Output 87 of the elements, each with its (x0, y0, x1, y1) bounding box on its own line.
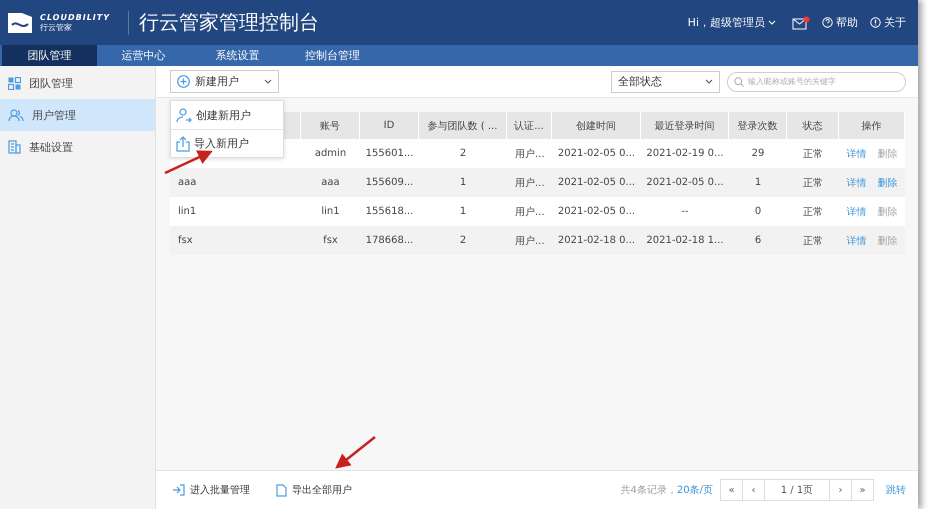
mail-icon[interactable] (792, 16, 810, 30)
nav-tab[interactable]: 控制台管理 (285, 45, 380, 66)
column-header: 最近登录时间 (641, 112, 729, 139)
users-icon (8, 108, 24, 122)
new-user-button[interactable]: 新建用户 (170, 70, 279, 93)
export-users-link[interactable]: 导出全部用户 (276, 483, 352, 497)
menu-item[interactable]: 导入新用户 (171, 129, 283, 157)
table-cell: 2 (419, 139, 507, 168)
first-page-button[interactable]: « (720, 479, 743, 501)
table-cell: 1 (729, 168, 787, 197)
column-header: 登录次数 (729, 112, 787, 139)
table-cell: 2 (419, 226, 507, 255)
table-cell: 用户... (507, 139, 552, 168)
table-cell: aaa (170, 168, 301, 197)
table-cell: 用户... (507, 168, 552, 197)
table-cell: fsx (170, 226, 301, 255)
table-cell: lin1 (301, 197, 360, 226)
column-header: 账号 (301, 112, 360, 139)
caret-icon (705, 79, 713, 84)
about-link[interactable]: 关于 (870, 15, 906, 30)
document-icon (276, 484, 287, 496)
table-cell: 正常 (787, 197, 839, 226)
table-cell: 155618... (360, 197, 419, 226)
table-cell: -- (641, 197, 729, 226)
nav-tab[interactable]: 系统设置 (190, 45, 285, 66)
column-header: 状态 (787, 112, 839, 139)
sidebar-item[interactable]: 用户管理 (0, 99, 155, 131)
table-cell: aaa (301, 168, 360, 197)
table-cell: admin (301, 139, 360, 168)
table-cell: fsx (301, 226, 360, 255)
table-cell: 2021-02-05 0... (552, 168, 641, 197)
table-cell: 2021-02-19 0... (641, 139, 729, 168)
menu-item[interactable]: 创建新用户 (171, 101, 283, 129)
sidebar-item[interactable]: 团队管理 (0, 67, 155, 99)
info-icon (870, 17, 881, 28)
help-link[interactable]: 帮助 (822, 15, 858, 30)
table-cell: 用户... (507, 197, 552, 226)
column-header: 操作 (839, 112, 905, 139)
search-icon (734, 76, 744, 86)
brand-subtitle: 行云管家 (40, 22, 73, 32)
sidebar-item[interactable]: 基础设置 (0, 131, 155, 163)
add-user-icon (176, 107, 192, 123)
table-cell: 正常 (787, 226, 839, 255)
caret-icon (264, 79, 272, 84)
table-cell: 2021-02-18 0... (552, 226, 641, 255)
grid-icon (8, 76, 21, 90)
column-header: ID (360, 112, 419, 139)
upload-icon (176, 136, 190, 152)
last-page-button[interactable]: » (851, 479, 874, 501)
brand-name: CLOUDBILITY (40, 12, 110, 22)
next-page-button[interactable]: › (829, 479, 852, 501)
plus-circle-icon (177, 75, 190, 88)
table-cell: 2021-02-05 0... (552, 197, 641, 226)
table-cell: 155601... (360, 139, 419, 168)
table-cell: 2021-02-05 0... (552, 139, 641, 168)
prev-page-button[interactable]: ‹ (742, 479, 765, 501)
table-cell: 1 (419, 197, 507, 226)
nav-tab[interactable]: 团队管理 (2, 45, 97, 66)
table-cell: 1 (419, 168, 507, 197)
console-title: 行云管家管理控制台 (139, 9, 320, 36)
table-cell: 29 (729, 139, 787, 168)
building-icon (8, 140, 21, 154)
table-cell: 6 (729, 226, 787, 255)
column-header: 参与团队数 ( ... (419, 112, 507, 139)
status-select[interactable]: 全部状态 (611, 70, 720, 92)
column-header: 认证... (507, 112, 552, 139)
table-cell: 155609... (360, 168, 419, 197)
table-cell: 用户... (507, 226, 552, 255)
record-count: 共4条记录， (620, 484, 677, 497)
search-field[interactable]: 输入昵称或账号的关键字 (727, 72, 906, 92)
annotation-arrow (335, 436, 376, 469)
annotation-arrow (164, 150, 213, 174)
help-icon (822, 17, 833, 28)
table-cell: 正常 (787, 168, 839, 197)
column-header: 创建时间 (552, 112, 641, 139)
table-cell: 178668... (360, 226, 419, 255)
table-cell: lin1 (170, 197, 301, 226)
caret-icon (768, 20, 776, 25)
user-menu[interactable]: Hi，超级管理员 (688, 15, 776, 30)
table-cell: 2021-02-05 0... (641, 168, 729, 197)
table-cell: 2021-02-18 1... (641, 226, 729, 255)
nav-tab[interactable]: 运营中心 (97, 45, 190, 66)
page-indicator[interactable]: 1 / 1页 (764, 479, 830, 501)
batch-manage-link[interactable]: 进入批量管理 (172, 483, 250, 497)
enter-icon (172, 484, 185, 496)
table-cell: 0 (729, 197, 787, 226)
table-cell: 正常 (787, 139, 839, 168)
